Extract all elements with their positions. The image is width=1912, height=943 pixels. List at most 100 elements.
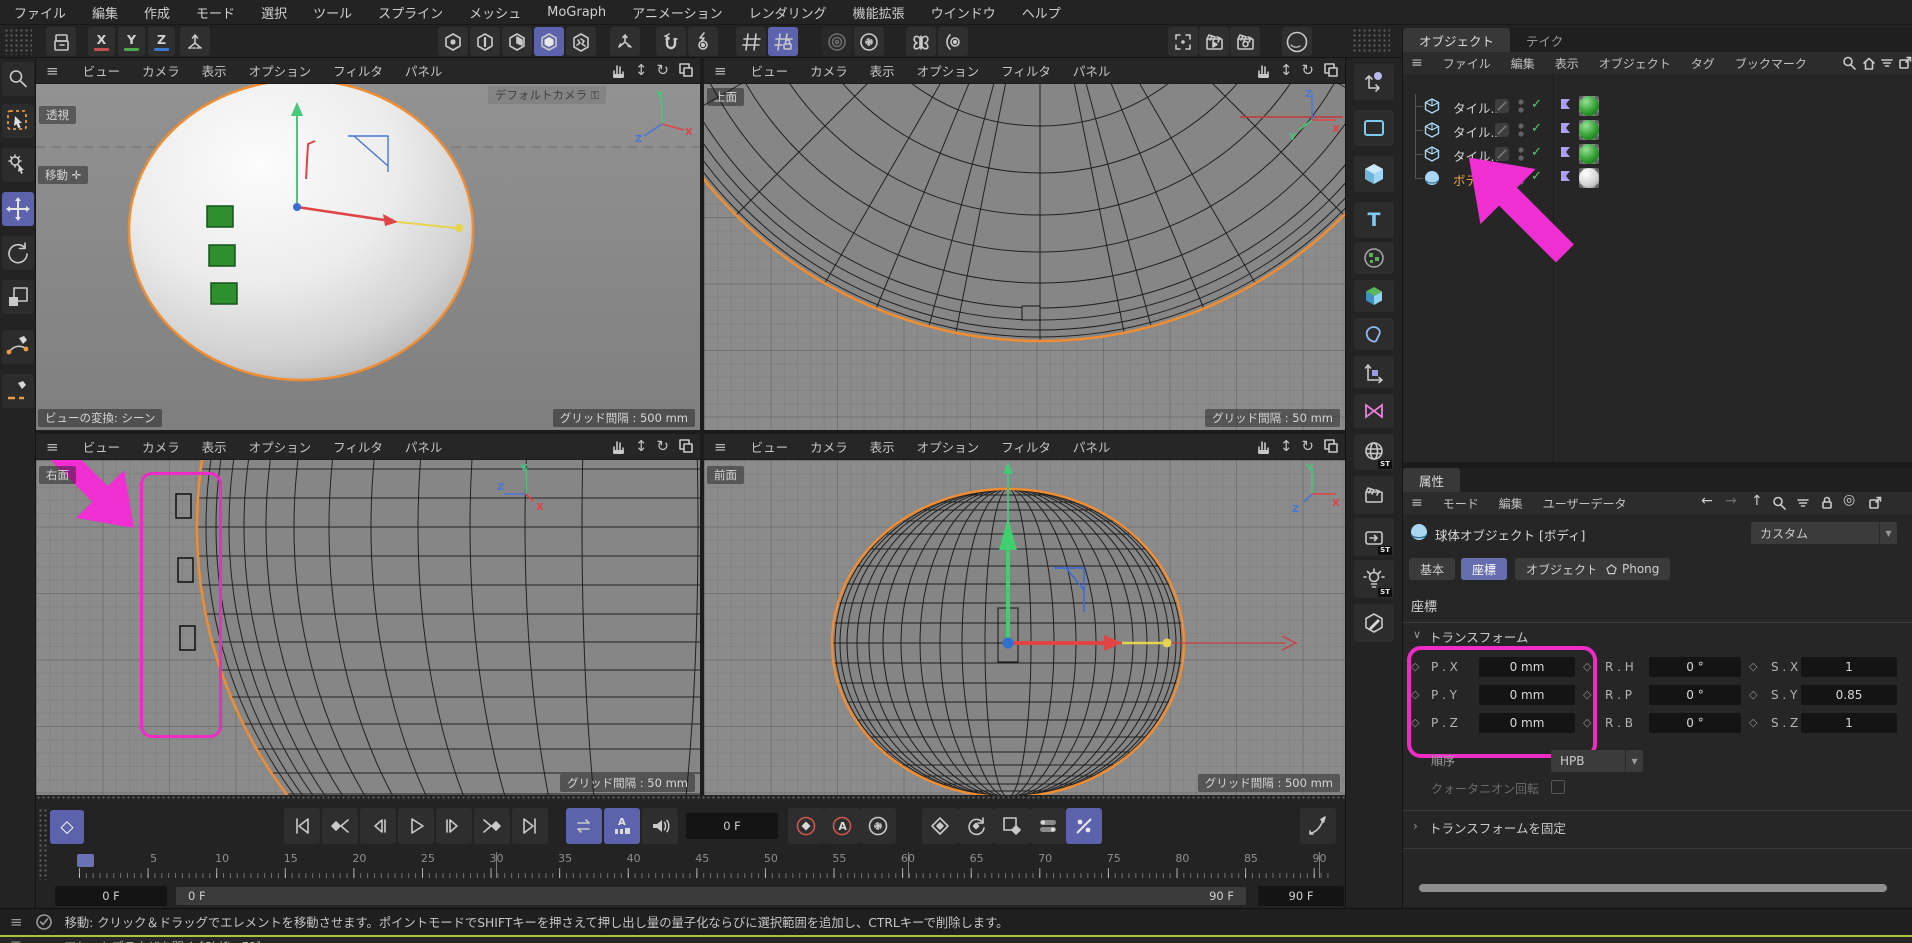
render-view-button[interactable]	[1199, 27, 1229, 56]
rectangle-spline-button[interactable]	[1354, 110, 1394, 146]
clapper-button[interactable]	[1354, 476, 1394, 514]
scale-tool-button[interactable]	[2, 280, 34, 314]
symmetry-button[interactable]	[906, 27, 936, 56]
quantize-button[interactable]	[688, 27, 718, 56]
menu-mograph[interactable]: MoGraph	[547, 5, 606, 20]
phong-tag-icon[interactable]	[1559, 98, 1574, 114]
front-canvas[interactable]: 前面 グリッド間隔 : 500 mm Y X Z	[704, 460, 1345, 795]
pan-hand-icon[interactable]	[1253, 61, 1271, 79]
tab-takes[interactable]: テイク	[1510, 28, 1579, 52]
next-key-button[interactable]	[474, 808, 510, 844]
text-object-button[interactable]: T	[1354, 202, 1394, 238]
autokey-toggle-button[interactable]: ◇	[50, 810, 84, 844]
hamburger-icon[interactable]: ≡	[714, 62, 727, 80]
rb-field[interactable]: 0 °	[1649, 713, 1741, 733]
toggle-view-icon[interactable]	[678, 62, 694, 78]
hamburger-icon[interactable]: ≡	[1411, 55, 1423, 71]
vp-menu-view[interactable]: ビュー	[751, 437, 789, 456]
metaball-button[interactable]	[1354, 318, 1394, 350]
workplane-lock-button[interactable]	[768, 27, 798, 56]
menu-animation[interactable]: アニメーション	[632, 3, 722, 22]
enabled-check-icon[interactable]: ✓	[1531, 121, 1542, 136]
camera-label[interactable]: デフォルトカメラ ⚿	[488, 86, 606, 104]
attr-menu-userdata[interactable]: ユーザーデータ	[1543, 495, 1627, 512]
hamburger-icon[interactable]: ≡	[1411, 495, 1423, 511]
vp-menu-options[interactable]: オプション	[249, 437, 312, 456]
range-slider[interactable]: 0 F 90 F	[176, 887, 1246, 905]
vp-menu-view[interactable]: ビュー	[83, 61, 121, 80]
material-thumbnail[interactable]	[1579, 96, 1599, 116]
attr-lock-icon[interactable]	[1817, 493, 1837, 513]
texture-mode-button[interactable]	[566, 27, 596, 56]
sx-field[interactable]: 1	[1801, 657, 1897, 677]
attr-filter-icon[interactable]	[1793, 493, 1813, 513]
vp-menu-display[interactable]: 表示	[202, 437, 227, 456]
move-tool-button[interactable]	[2, 192, 34, 226]
vp-menu-options[interactable]: オプション	[249, 61, 312, 80]
quaternion-checkbox[interactable]	[1551, 780, 1565, 794]
interactive-render-button[interactable]	[822, 27, 852, 56]
points-mode-button[interactable]	[438, 27, 468, 56]
next-frame-button[interactable]	[436, 808, 472, 844]
range-start-field[interactable]: 0 F	[55, 886, 167, 906]
live-selection-button[interactable]	[2, 104, 34, 138]
camera-simulation-button[interactable]: ST	[1354, 518, 1394, 556]
om-filter-icon[interactable]	[1877, 53, 1897, 73]
phong-tag-icon[interactable]	[1559, 122, 1574, 138]
sketch-spline-button[interactable]	[2, 374, 34, 408]
coordinates-gizmo-button[interactable]	[1354, 64, 1394, 100]
toggle-view-icon[interactable]	[1323, 62, 1339, 78]
dolly-icon[interactable]: ↕	[635, 437, 648, 455]
prev-frame-button[interactable]	[360, 808, 396, 844]
menu-mode[interactable]: モード	[196, 3, 235, 22]
vp-menu-panel[interactable]: パネル	[1073, 61, 1111, 80]
dolly-icon[interactable]: ↕	[635, 61, 648, 79]
axis-mode-button[interactable]	[610, 27, 640, 56]
vp-menu-panel[interactable]: パネル	[405, 437, 443, 456]
scale-key-button[interactable]	[994, 808, 1030, 844]
render-settings-button[interactable]	[1230, 27, 1260, 56]
model-mode-button[interactable]	[534, 27, 564, 56]
edit-toggle-icon[interactable]	[1495, 123, 1509, 137]
menu-file[interactable]: ファイル	[14, 3, 66, 22]
vp-menu-filter[interactable]: フィルタ	[1001, 437, 1051, 456]
om-menu-bookmarks[interactable]: ブックマーク	[1735, 55, 1807, 72]
om-menu-edit[interactable]: 編集	[1511, 55, 1535, 72]
position-key-button[interactable]	[922, 808, 958, 844]
preset-dropdown[interactable]: カスタム ▾	[1751, 522, 1897, 544]
hamburger-icon[interactable]: ≡	[10, 913, 23, 931]
search-commander-button[interactable]	[2, 62, 34, 96]
material-sphere-button[interactable]	[1282, 27, 1312, 56]
sz-field[interactable]: 1	[1801, 713, 1897, 733]
axis-object-button[interactable]	[1354, 356, 1394, 388]
forward-arrow-icon[interactable]: →	[1725, 493, 1737, 509]
attr-tab-phong[interactable]: Phong	[1595, 558, 1670, 580]
menu-select[interactable]: 選択	[261, 3, 287, 22]
vp-menu-camera[interactable]: カメラ	[142, 437, 180, 456]
menu-tools[interactable]: ツール	[313, 3, 352, 22]
orbit-icon[interactable]: ↻	[656, 437, 669, 455]
order-dropdown[interactable]: HPB ▾	[1551, 750, 1643, 772]
up-arrow-icon[interactable]: ↑	[1751, 493, 1763, 509]
timeline-left-handle[interactable]	[38, 808, 47, 880]
goto-end-button[interactable]	[512, 808, 548, 844]
menu-spline[interactable]: スプライン	[378, 3, 443, 22]
right-canvas[interactable]: 右面 グリッド間隔 : 50 mm Y Z X	[36, 460, 700, 795]
attr-menu-mode[interactable]: モード	[1443, 495, 1479, 512]
top-canvas[interactable]: 上面 グリッド間隔 : 50 mm Z X Y	[704, 84, 1345, 430]
globe-simulation-button[interactable]: ST	[1354, 434, 1394, 470]
key-diamond-icon[interactable]: ◇	[1749, 684, 1757, 706]
vp-menu-display[interactable]: 表示	[202, 61, 227, 80]
rotation-key-button[interactable]	[958, 808, 994, 844]
back-arrow-icon[interactable]: ←	[1701, 493, 1713, 509]
hamburger-icon[interactable]: ≡	[714, 438, 727, 456]
hamburger-icon[interactable]: ≡	[46, 62, 59, 80]
toolbar-drag-handle[interactable]	[4, 28, 32, 55]
om-menu-objects[interactable]: オブジェクト	[1599, 55, 1671, 72]
menu-help[interactable]: ヘルプ	[1022, 3, 1061, 22]
visibility-dots-icon[interactable]	[1517, 97, 1525, 115]
fcurve-button[interactable]	[1300, 808, 1336, 844]
om-home-icon[interactable]	[1859, 53, 1879, 73]
orbit-icon[interactable]: ↻	[1301, 61, 1314, 79]
tab-objects[interactable]: オブジェクト	[1403, 28, 1510, 52]
